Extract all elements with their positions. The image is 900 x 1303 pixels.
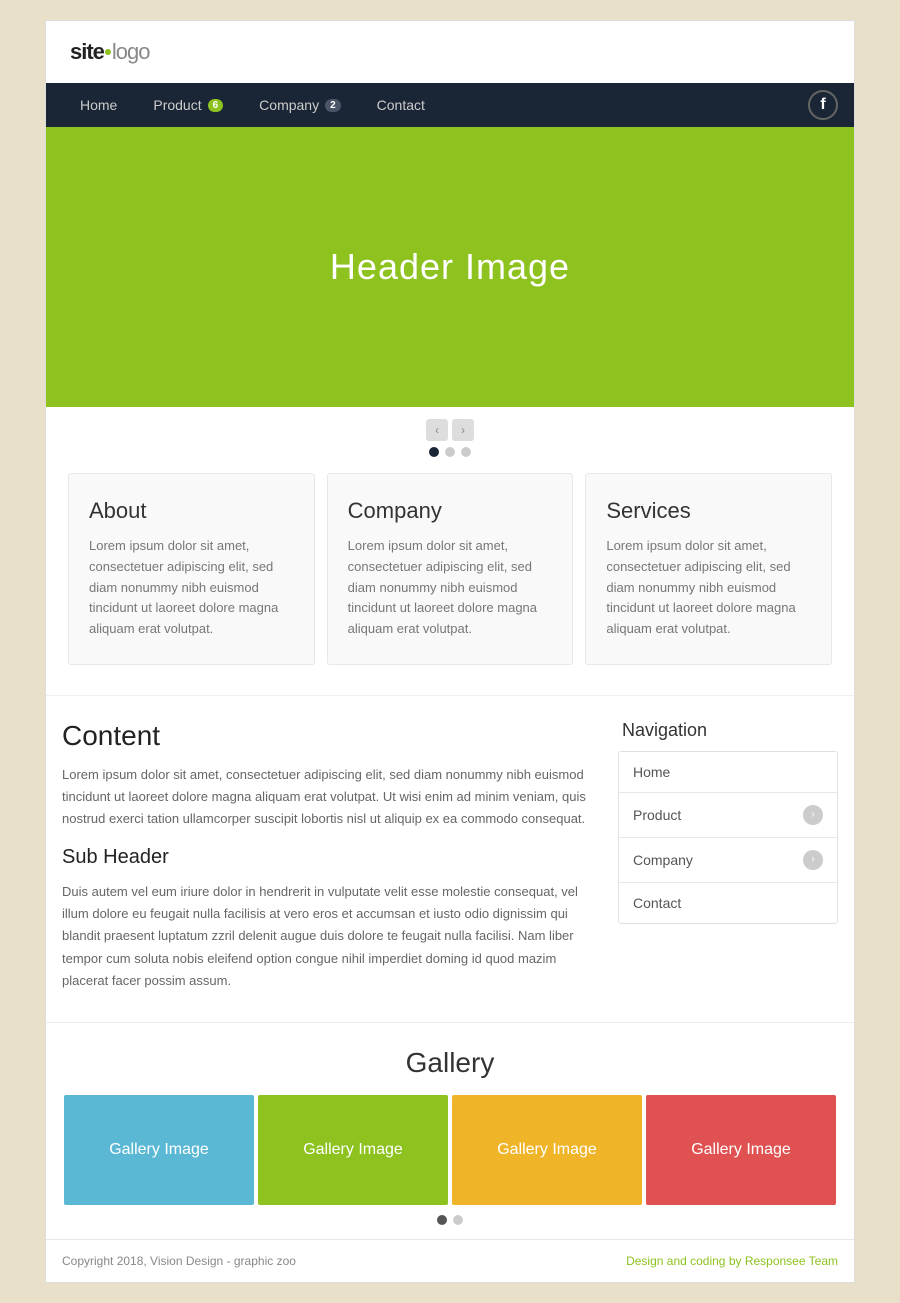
gallery-section: Gallery Gallery Image Gallery Image Gall… [46, 1022, 854, 1239]
nav-badge-product: 6 [208, 99, 224, 112]
chevron-right-icon: › [803, 805, 823, 825]
site-header: site logo [46, 21, 854, 83]
sidebar-nav-title: Navigation [618, 720, 838, 741]
content-main-text: Lorem ipsum dolor sit amet, consectetuer… [62, 764, 594, 830]
gallery-item-1[interactable]: Gallery Image [64, 1095, 254, 1205]
content-main: Content Lorem ipsum dolor sit amet, cons… [62, 720, 594, 992]
sidebar-nav-list: Home Product › Company › Contact [618, 751, 838, 924]
site-footer: Copyright 2018, Vision Design - graphic … [46, 1239, 854, 1282]
gallery-dot-1[interactable] [437, 1215, 447, 1225]
gallery-item-1-label: Gallery Image [109, 1141, 209, 1159]
slider-prev-arrow[interactable]: ‹ [426, 419, 448, 441]
card-company-text: Lorem ipsum dolor sit amet, consectetuer… [348, 536, 553, 640]
gallery-grid: Gallery Image Gallery Image Gallery Imag… [62, 1095, 838, 1205]
slider-next-arrow[interactable]: › [452, 419, 474, 441]
card-company: Company Lorem ipsum dolor sit amet, cons… [327, 473, 574, 665]
page-wrapper: site logo Home Product 6 Company 2 Contac… [45, 20, 855, 1283]
chevron-right-icon-2: › [803, 850, 823, 870]
slider-dots [429, 447, 471, 457]
sidebar-item-company-label: Company [633, 852, 693, 868]
content-title: Content [62, 720, 594, 752]
sidebar-item-product[interactable]: Product › [619, 793, 837, 838]
nav-item-product[interactable]: Product 6 [135, 83, 241, 127]
logo-dot [105, 49, 111, 55]
nav-item-company[interactable]: Company 2 [241, 83, 358, 127]
gallery-title: Gallery [62, 1047, 838, 1079]
nav-items: Home Product 6 Company 2 Contact [62, 83, 808, 127]
card-services-title: Services [606, 498, 811, 524]
content-sidebar: Navigation Home Product › Company › Cont… [618, 720, 838, 992]
logo-site-text: site [70, 39, 104, 64]
nav-label-product: Product [153, 97, 201, 113]
slider-controls: ‹ › [46, 407, 854, 473]
sub-header-text: Duis autem vel eum iriure dolor in hendr… [62, 881, 594, 991]
footer-credits: Design and coding by Responsee Team [626, 1254, 838, 1268]
sidebar-item-contact-label: Contact [633, 895, 681, 911]
sidebar-item-home[interactable]: Home [619, 752, 837, 793]
cards-section: About Lorem ipsum dolor sit amet, consec… [46, 473, 854, 696]
gallery-item-4[interactable]: Gallery Image [646, 1095, 836, 1205]
slider-dot-3[interactable] [461, 447, 471, 457]
gallery-item-3[interactable]: Gallery Image [452, 1095, 642, 1205]
gallery-dot-2[interactable] [453, 1215, 463, 1225]
hero-title: Header Image [330, 246, 570, 288]
gallery-item-2-label: Gallery Image [303, 1141, 403, 1159]
hero-section: Header Image [46, 127, 854, 407]
site-logo: site logo [70, 39, 830, 65]
card-company-title: Company [348, 498, 553, 524]
nav-label-contact: Contact [377, 97, 425, 113]
sidebar-item-product-label: Product [633, 807, 681, 823]
footer-copyright: Copyright 2018, Vision Design - graphic … [62, 1254, 296, 1268]
slider-dot-1[interactable] [429, 447, 439, 457]
nav-label-company: Company [259, 97, 319, 113]
gallery-item-2[interactable]: Gallery Image [258, 1095, 448, 1205]
sidebar-item-company[interactable]: Company › [619, 838, 837, 883]
gallery-dots [62, 1205, 838, 1239]
sidebar-item-contact[interactable]: Contact [619, 883, 837, 923]
card-services-text: Lorem ipsum dolor sit amet, consectetuer… [606, 536, 811, 640]
slider-dot-2[interactable] [445, 447, 455, 457]
nav-label-home: Home [80, 97, 117, 113]
logo-rest-text: logo [112, 39, 150, 64]
card-about: About Lorem ipsum dolor sit amet, consec… [68, 473, 315, 665]
slider-arrows: ‹ › [426, 419, 474, 441]
facebook-icon[interactable]: f [808, 90, 838, 120]
content-section: Content Lorem ipsum dolor sit amet, cons… [46, 696, 854, 1022]
nav-item-home[interactable]: Home [62, 83, 135, 127]
card-about-title: About [89, 498, 294, 524]
card-about-text: Lorem ipsum dolor sit amet, consectetuer… [89, 536, 294, 640]
nav-item-contact[interactable]: Contact [359, 83, 443, 127]
sidebar-item-home-label: Home [633, 764, 670, 780]
nav-badge-company: 2 [325, 99, 341, 112]
main-nav: Home Product 6 Company 2 Contact f [46, 83, 854, 127]
gallery-item-4-label: Gallery Image [691, 1141, 791, 1159]
sub-header: Sub Header [62, 846, 594, 869]
gallery-item-3-label: Gallery Image [497, 1141, 597, 1159]
card-services: Services Lorem ipsum dolor sit amet, con… [585, 473, 832, 665]
